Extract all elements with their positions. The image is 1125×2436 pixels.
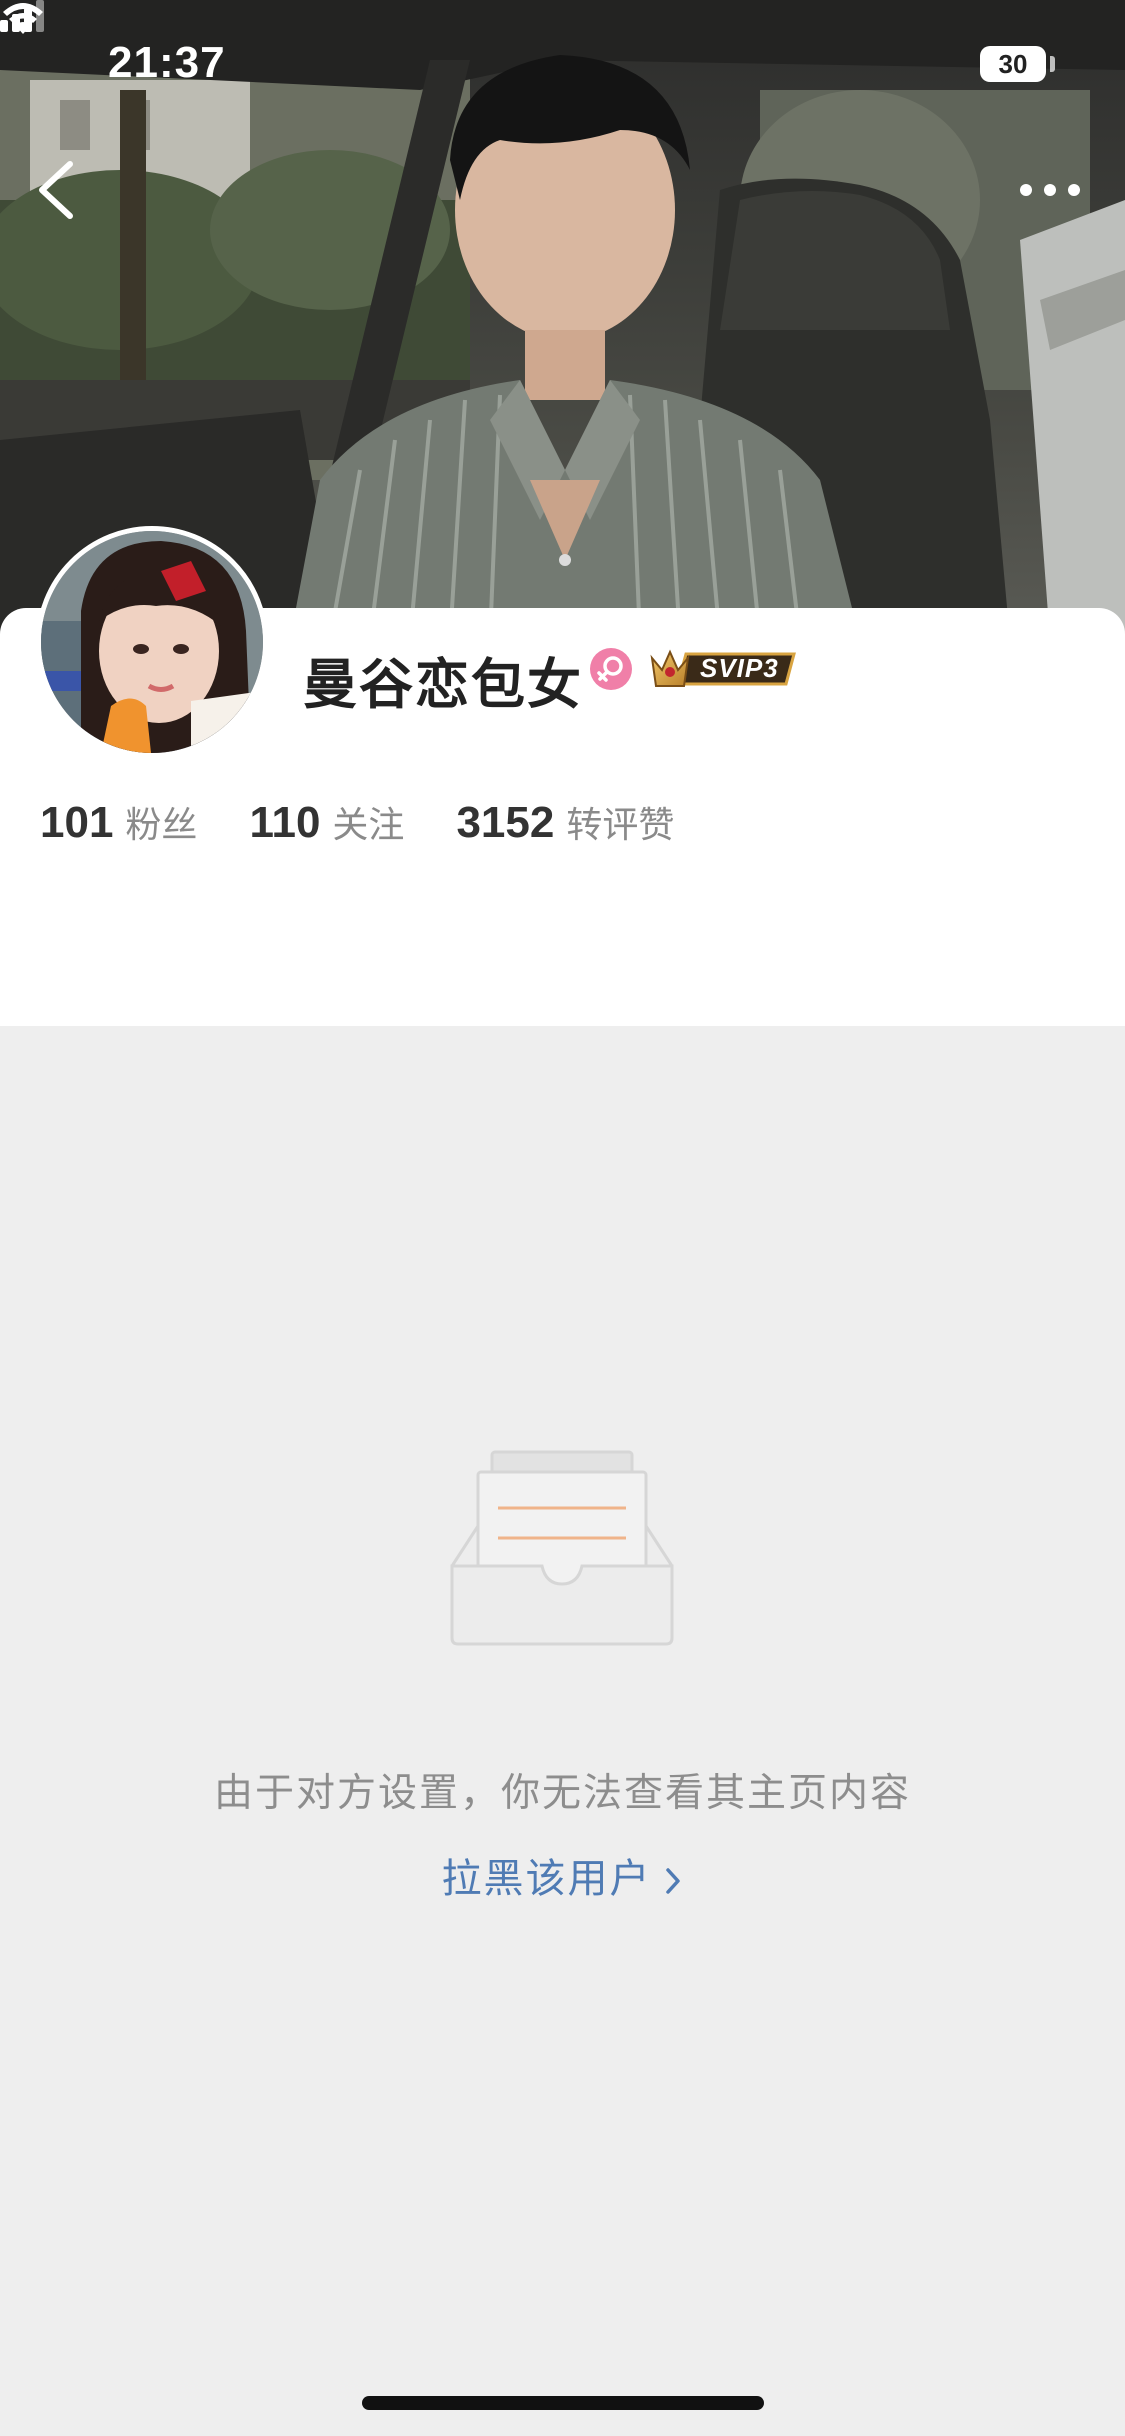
svip-badge[interactable]: SVIP3 — [648, 646, 796, 690]
stat-value: 101 — [40, 798, 114, 847]
username: 曼谷恋包女 — [303, 653, 583, 716]
block-user-label: 拉黑该用户 — [441, 1856, 652, 1902]
stat-value: 110 — [249, 798, 321, 847]
empty-inbox-illustration — [450, 1450, 674, 1646]
block-user-link[interactable]: 拉黑该用户 — [0, 1846, 1125, 1904]
stat-followers[interactable]: 101 粉丝 — [40, 796, 197, 848]
female-icon — [597, 656, 623, 682]
gender-badge — [590, 648, 632, 690]
battery-level: 30 — [998, 49, 1028, 79]
battery-icon: 30 — [980, 46, 1046, 82]
stat-interactions[interactable]: 3152 转评赞 — [456, 796, 674, 848]
stat-following[interactable]: 110 关注 — [249, 796, 404, 848]
profile-screen: 21:37 30 曼谷恋包女 SVIP3 101 粉丝 110 关注 3152 … — [0, 0, 1125, 2436]
status-time: 21:37 — [108, 38, 226, 87]
wifi-icon — [3, 3, 43, 34]
home-indicator[interactable] — [362, 2396, 764, 2410]
stat-label: 粉丝 — [125, 805, 198, 846]
stat-value: 3152 — [456, 798, 555, 847]
back-button[interactable] — [28, 150, 98, 230]
battery-cap — [1050, 56, 1055, 72]
more-button[interactable] — [1010, 165, 1090, 215]
stats-row: 101 粉丝 110 关注 3152 转评赞 — [40, 796, 726, 856]
stat-label: 转评赞 — [566, 805, 675, 846]
avatar-image — [41, 531, 263, 753]
chevron-left-icon — [39, 161, 73, 219]
svip-label: SVIP3 — [700, 653, 779, 683]
chevron-right-icon — [665, 1868, 680, 1894]
stat-label: 关注 — [332, 805, 405, 846]
status-bar: 21:37 30 — [0, 0, 1125, 130]
more-dots-icon — [1020, 184, 1080, 196]
empty-state-message: 由于对方设置，你无法查看其主页内容 — [213, 1771, 911, 1816]
avatar[interactable] — [36, 526, 268, 758]
